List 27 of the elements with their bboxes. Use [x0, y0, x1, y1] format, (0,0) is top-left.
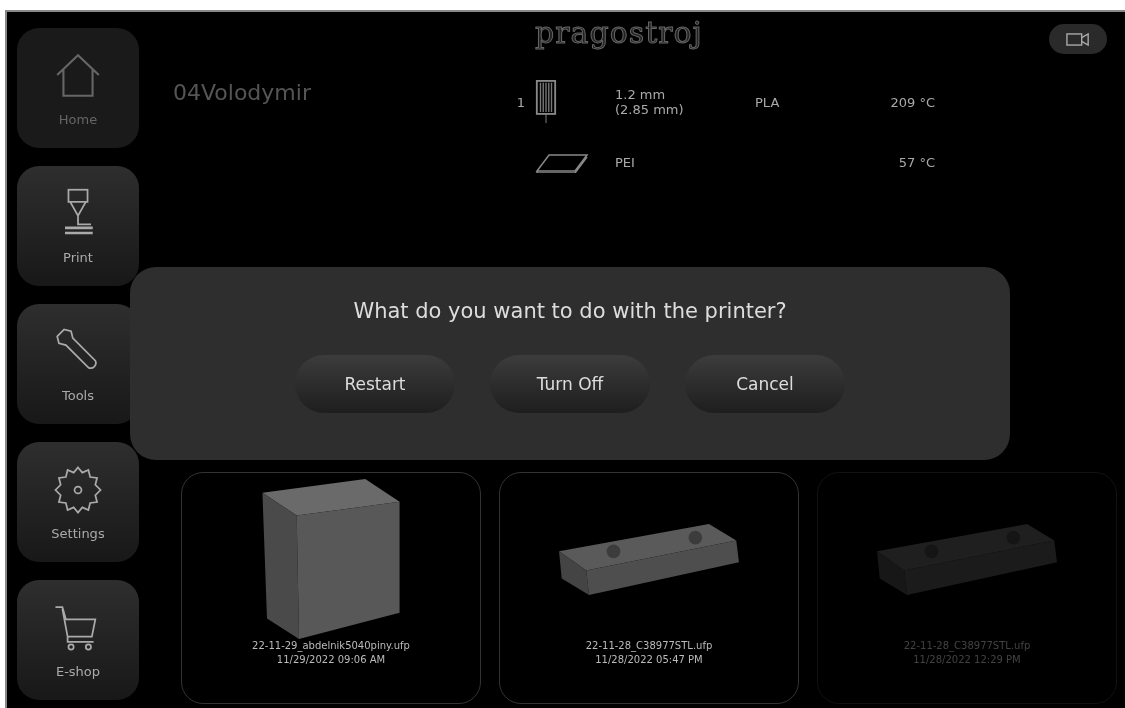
file-name: 22-11-29_abdelnik5040piny.ufp — [252, 639, 410, 653]
nozzle-size: 1.2 mm (2.85 mm) — [615, 87, 685, 117]
camera-icon — [1066, 31, 1090, 47]
dialog-button[interactable]: Restart — [295, 355, 455, 413]
sidebar-button[interactable]: Print — [17, 166, 139, 286]
spool-icon — [535, 78, 557, 126]
sidebar-button[interactable]: E-shop — [17, 580, 139, 700]
extruder-number: 1 — [515, 94, 525, 110]
dialog-message: What do you want to do with the printer? — [353, 299, 787, 323]
dialog-button[interactable]: Cancel — [685, 355, 845, 413]
dialog-button[interactable]: Turn Off — [490, 355, 650, 413]
file-date: 11/28/2022 05:47 PM — [595, 653, 703, 667]
sidebar-button[interactable]: Settings — [17, 442, 139, 562]
printer-name: 04Volodymir — [173, 79, 312, 107]
nozzle-temperature: 209 °C — [889, 94, 935, 110]
file-name: 22-11-28_C38977STL.ufp — [903, 639, 1031, 653]
file-card[interactable]: 22-11-29_abdelnik5040piny.ufp 11/29/2022 09:06 AM — [181, 472, 481, 704]
file-date: 11/28/2022 12:29 PM — [913, 653, 1021, 667]
file-name: 22-11-28_C38977STL.ufp — [585, 639, 713, 653]
build-plate-icon — [535, 151, 589, 173]
file-date: 11/29/2022 09:06 AM — [276, 653, 386, 667]
file-card[interactable]: 22-11-28_C38977STL.ufp 11/28/2022 05:47 PM — [499, 472, 799, 704]
bed-surface: PEI — [615, 154, 636, 170]
logo: pragostroj — [535, 14, 703, 50]
material: PLA — [755, 94, 781, 110]
camera-button[interactable] — [1049, 24, 1107, 54]
bed-temperature: 57 °C — [897, 154, 935, 170]
